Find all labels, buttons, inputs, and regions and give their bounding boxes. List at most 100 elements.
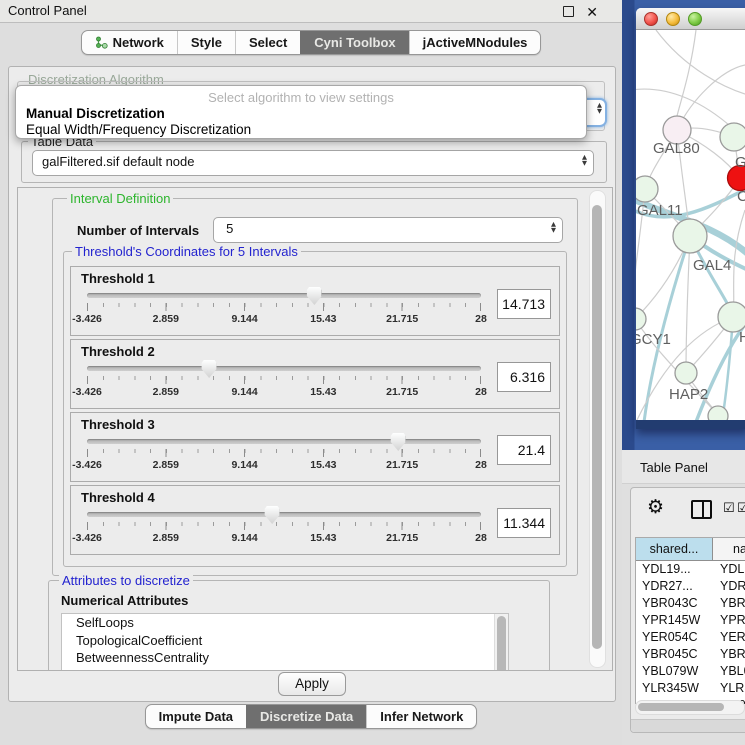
table-row[interactable]: YLR345WYLR3 bbox=[636, 680, 745, 697]
node-gcy1[interactable] bbox=[636, 308, 646, 330]
table-data-combobox[interactable]: galFiltered.sif default node ▲▼ bbox=[32, 150, 594, 176]
column-header-shared-name[interactable]: shared... bbox=[636, 538, 713, 560]
settings-scrollpane: Interval Definition Number of Intervals … bbox=[17, 187, 613, 671]
node-label-h: H bbox=[739, 329, 745, 346]
threshold-3-slider[interactable]: -3.426 2.859 9.144 15.43 21.715 28 bbox=[87, 435, 481, 471]
dropdown-item-manual[interactable]: Manual Discretization bbox=[26, 106, 586, 121]
table-row[interactable]: YDR27...YDR2 bbox=[636, 578, 745, 595]
number-of-intervals-value: 5 bbox=[214, 218, 562, 240]
threshold-2-value-field[interactable] bbox=[497, 362, 551, 392]
tab-select[interactable]: Select bbox=[235, 31, 300, 54]
scrollbar-thumb[interactable] bbox=[592, 205, 602, 649]
slider-track[interactable] bbox=[87, 439, 481, 444]
threshold-2-slider[interactable]: -3.426 2.859 9.144 15.43 21.715 28 bbox=[87, 362, 481, 398]
node-gal11[interactable] bbox=[636, 176, 658, 202]
checkbox-icon[interactable]: ☑ bbox=[723, 501, 735, 516]
scrollbar-thumb[interactable] bbox=[638, 703, 724, 711]
list-item[interactable]: BetweennessCentrality bbox=[62, 649, 508, 667]
number-of-intervals-combobox[interactable]: 5 ▲▼ bbox=[213, 217, 563, 243]
threshold-3-value-field[interactable] bbox=[497, 435, 551, 465]
threshold-1-value-field[interactable] bbox=[497, 289, 551, 319]
node-label-gcy1: GCY1 bbox=[636, 331, 671, 348]
slider-ticks bbox=[87, 449, 481, 458]
settings-scrollbar[interactable] bbox=[589, 190, 606, 668]
tab-cyni-toolbox[interactable]: Cyni Toolbox bbox=[300, 31, 408, 54]
tab-network[interactable]: Network bbox=[82, 31, 177, 54]
zoom-traffic-light-icon[interactable] bbox=[688, 12, 702, 26]
node-gal4[interactable] bbox=[673, 219, 707, 253]
tab-impute-data[interactable]: Impute Data bbox=[146, 705, 246, 728]
table-header-row: shared... na bbox=[636, 538, 745, 561]
slider-track[interactable] bbox=[87, 512, 481, 517]
network-icon bbox=[95, 36, 108, 49]
threshold-2-box: Threshold 2 -3.426 2.859 9.144 bbox=[70, 339, 560, 409]
table-row[interactable]: YPR145WYPR1 bbox=[636, 612, 745, 629]
list-scrollbar[interactable] bbox=[494, 614, 508, 671]
minimize-traffic-light-icon[interactable] bbox=[666, 12, 680, 26]
close-icon[interactable]: ✕ bbox=[586, 2, 598, 24]
network-view-window: GAL80 GA C GAL11 GAL4 GCY1 H HAP2 bbox=[636, 8, 745, 429]
table-panel-title: Table Panel bbox=[640, 460, 708, 475]
node-h[interactable] bbox=[718, 302, 745, 332]
gear-icon[interactable]: ⚙ bbox=[647, 496, 664, 518]
slider-track[interactable] bbox=[87, 366, 481, 371]
table-panel: Table Panel ⚙ ☑ ☑ shared... na YDL19...Y… bbox=[622, 450, 745, 745]
table-row[interactable]: YER054CYER0 bbox=[636, 629, 745, 646]
node-label-c: C bbox=[737, 188, 745, 205]
algorithm-dropdown-popup: Select algorithm to view settings Manual… bbox=[15, 85, 587, 139]
screenshot-root: Control Panel ✕ Network Style Sel bbox=[0, 0, 745, 745]
thresholds-legend: Threshold's Coordinates for 5 Intervals bbox=[72, 244, 301, 259]
bottom-tab-row: Impute Data Discretize Data Infer Networ… bbox=[0, 704, 622, 729]
node-label-ga: GA bbox=[735, 154, 745, 171]
table-toolbar: ⚙ ☑ ☑ bbox=[631, 488, 745, 532]
slider-tick-labels: -3.426 2.859 9.144 15.43 21.715 28 bbox=[87, 385, 481, 398]
slider-track[interactable] bbox=[87, 293, 481, 298]
interval-definition-fieldset: Interval Definition Number of Intervals … bbox=[52, 198, 578, 576]
split-columns-icon[interactable] bbox=[691, 500, 712, 519]
node-label-gal80: GAL80 bbox=[653, 140, 700, 157]
list-item[interactable]: TopologicalCoefficient bbox=[62, 632, 508, 650]
table-row[interactable]: YDL19...YDL1 bbox=[636, 561, 745, 578]
threshold-4-value-field[interactable] bbox=[497, 508, 551, 538]
table-panel-titlebar: Table Panel bbox=[622, 450, 745, 484]
node-hap2[interactable] bbox=[675, 362, 697, 384]
table-row[interactable]: YBR045CYBR0 bbox=[636, 646, 745, 663]
close-traffic-light-icon[interactable] bbox=[644, 12, 658, 26]
table-row[interactable]: YBL079WYBL0 bbox=[636, 663, 745, 680]
tab-discretize-data[interactable]: Discretize Data bbox=[246, 705, 366, 728]
table-panel-footer bbox=[631, 719, 745, 732]
node-table: shared... na YDL19...YDL1 YDR27...YDR2 Y… bbox=[635, 537, 745, 704]
network-desktop: GAL80 GA C GAL11 GAL4 GCY1 H HAP2 bbox=[622, 0, 745, 450]
threshold-1-label: Threshold 1 bbox=[81, 271, 551, 287]
checkbox-icon[interactable]: ☑ bbox=[737, 501, 745, 516]
threshold-4-slider[interactable]: -3.426 2.859 9.144 15.43 21.715 28 bbox=[87, 508, 481, 544]
attributes-legend: Attributes to discretize bbox=[59, 573, 193, 588]
tab-jactivemnodules[interactable]: jActiveMNodules bbox=[409, 31, 541, 54]
table-data-selected: galFiltered.sif default node bbox=[33, 151, 593, 173]
node-bottom-partial[interactable] bbox=[708, 406, 728, 420]
table-row[interactable]: YBR043CYBR0 bbox=[636, 595, 745, 612]
dropdown-item-equal-width[interactable]: Equal Width/Frequency Discretization bbox=[26, 122, 586, 137]
combo-arrows-icon: ▲▼ bbox=[582, 154, 587, 166]
node-label-gal4: GAL4 bbox=[693, 257, 731, 274]
apply-button[interactable]: Apply bbox=[278, 672, 346, 696]
threshold-4-label: Threshold 4 bbox=[81, 490, 551, 506]
threshold-1-box: Threshold 1 -3.426 2.859 9.144 bbox=[70, 266, 560, 336]
network-window-titlebar[interactable] bbox=[636, 8, 745, 30]
threshold-3-box: Threshold 3 -3.426 2.859 9.144 bbox=[70, 412, 560, 482]
column-header-name[interactable]: na bbox=[713, 538, 745, 560]
network-canvas[interactable]: GAL80 GA C GAL11 GAL4 GCY1 H HAP2 bbox=[636, 30, 745, 420]
combo-arrows-icon: ▲▼ bbox=[551, 221, 556, 233]
threshold-1-slider[interactable]: -3.426 2.859 9.144 15.43 21.715 28 bbox=[87, 289, 481, 325]
node-ga-partial[interactable] bbox=[720, 123, 745, 151]
slider-tick-labels: -3.426 2.859 9.144 15.43 21.715 28 bbox=[87, 458, 481, 471]
table-horizontal-scrollbar[interactable] bbox=[635, 700, 745, 715]
float-window-icon[interactable] bbox=[563, 6, 574, 17]
tab-network-label: Network bbox=[113, 35, 164, 50]
tab-infer-network[interactable]: Infer Network bbox=[366, 705, 476, 728]
list-item[interactable]: SelfLoops bbox=[62, 614, 508, 632]
window-title: Control Panel bbox=[8, 3, 87, 18]
control-panel-window: Control Panel ✕ Network Style Sel bbox=[0, 0, 622, 745]
tab-style[interactable]: Style bbox=[177, 31, 235, 54]
node-label-hap2: HAP2 bbox=[669, 386, 708, 403]
